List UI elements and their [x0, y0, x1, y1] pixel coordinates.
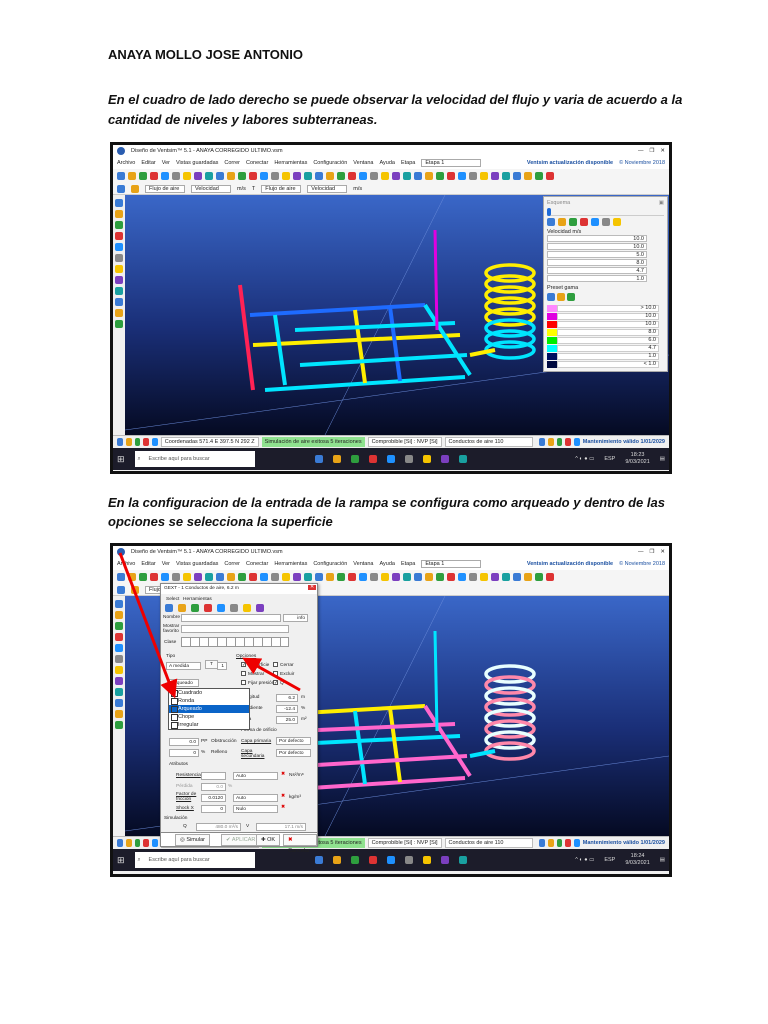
red-arrow-to-surface	[242, 657, 301, 692]
annotation-arrows	[118, 552, 301, 699]
red-arrow-to-shape	[118, 552, 178, 699]
